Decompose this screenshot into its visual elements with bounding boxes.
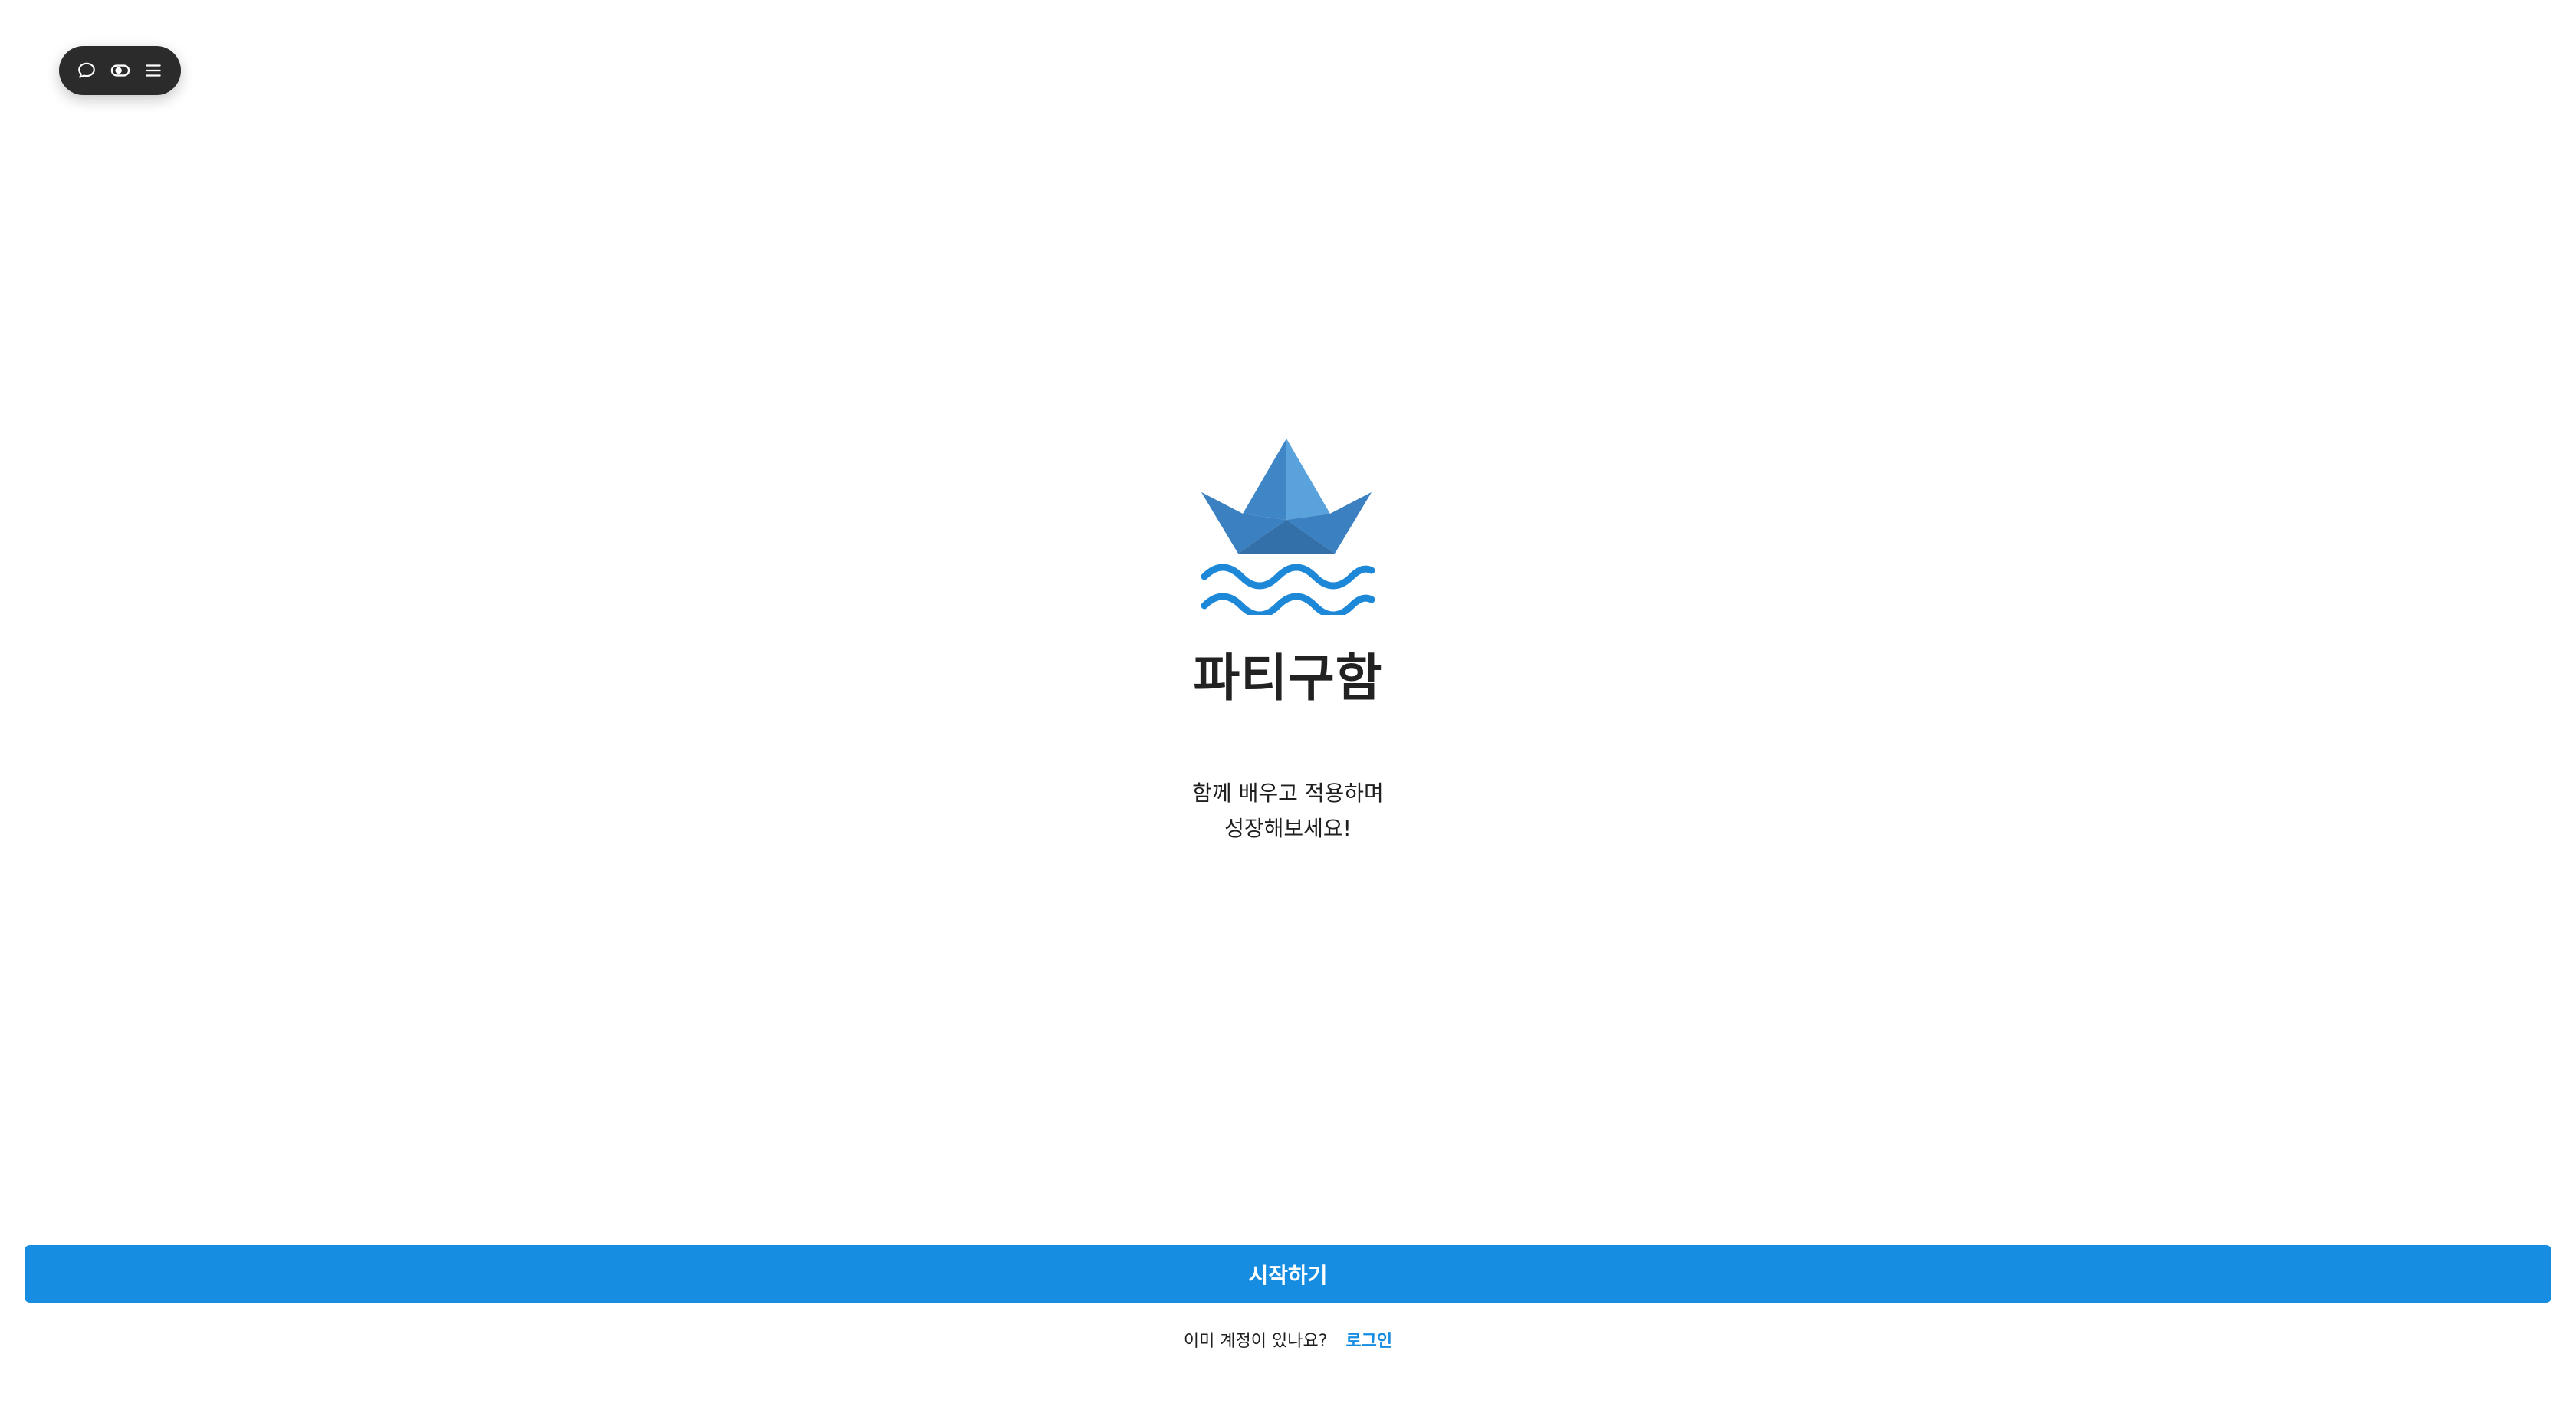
login-prompt: 이미 계정이 있나요? 로그인 bbox=[0, 1328, 2576, 1356]
account-prompt-text: 이미 계정이 있나요? bbox=[1183, 1332, 1328, 1351]
app-title: 파티구함 bbox=[1193, 649, 1383, 708]
tagline-line-2: 성장해보세요! bbox=[1224, 816, 1352, 841]
tagline-line-1: 함께 배우고 적용하며 bbox=[1192, 781, 1384, 806]
tagline: 함께 배우고 적용하며 성장해보세요! bbox=[0, 776, 2576, 846]
welcome-screen: 파티구함 함께 배우고 적용하며 성장해보세요! 시작하기 이미 계정이 있나요… bbox=[0, 0, 2576, 1423]
start-button[interactable]: 시작하기 bbox=[25, 1245, 2551, 1303]
paper-boat-icon bbox=[1200, 437, 1376, 619]
chat-bubble-icon[interactable] bbox=[73, 57, 100, 84]
login-link[interactable]: 로그인 bbox=[1346, 1332, 1392, 1351]
eye-toggle-icon[interactable] bbox=[107, 57, 134, 84]
floating-toolbar bbox=[59, 46, 181, 95]
menu-icon[interactable] bbox=[140, 57, 167, 84]
